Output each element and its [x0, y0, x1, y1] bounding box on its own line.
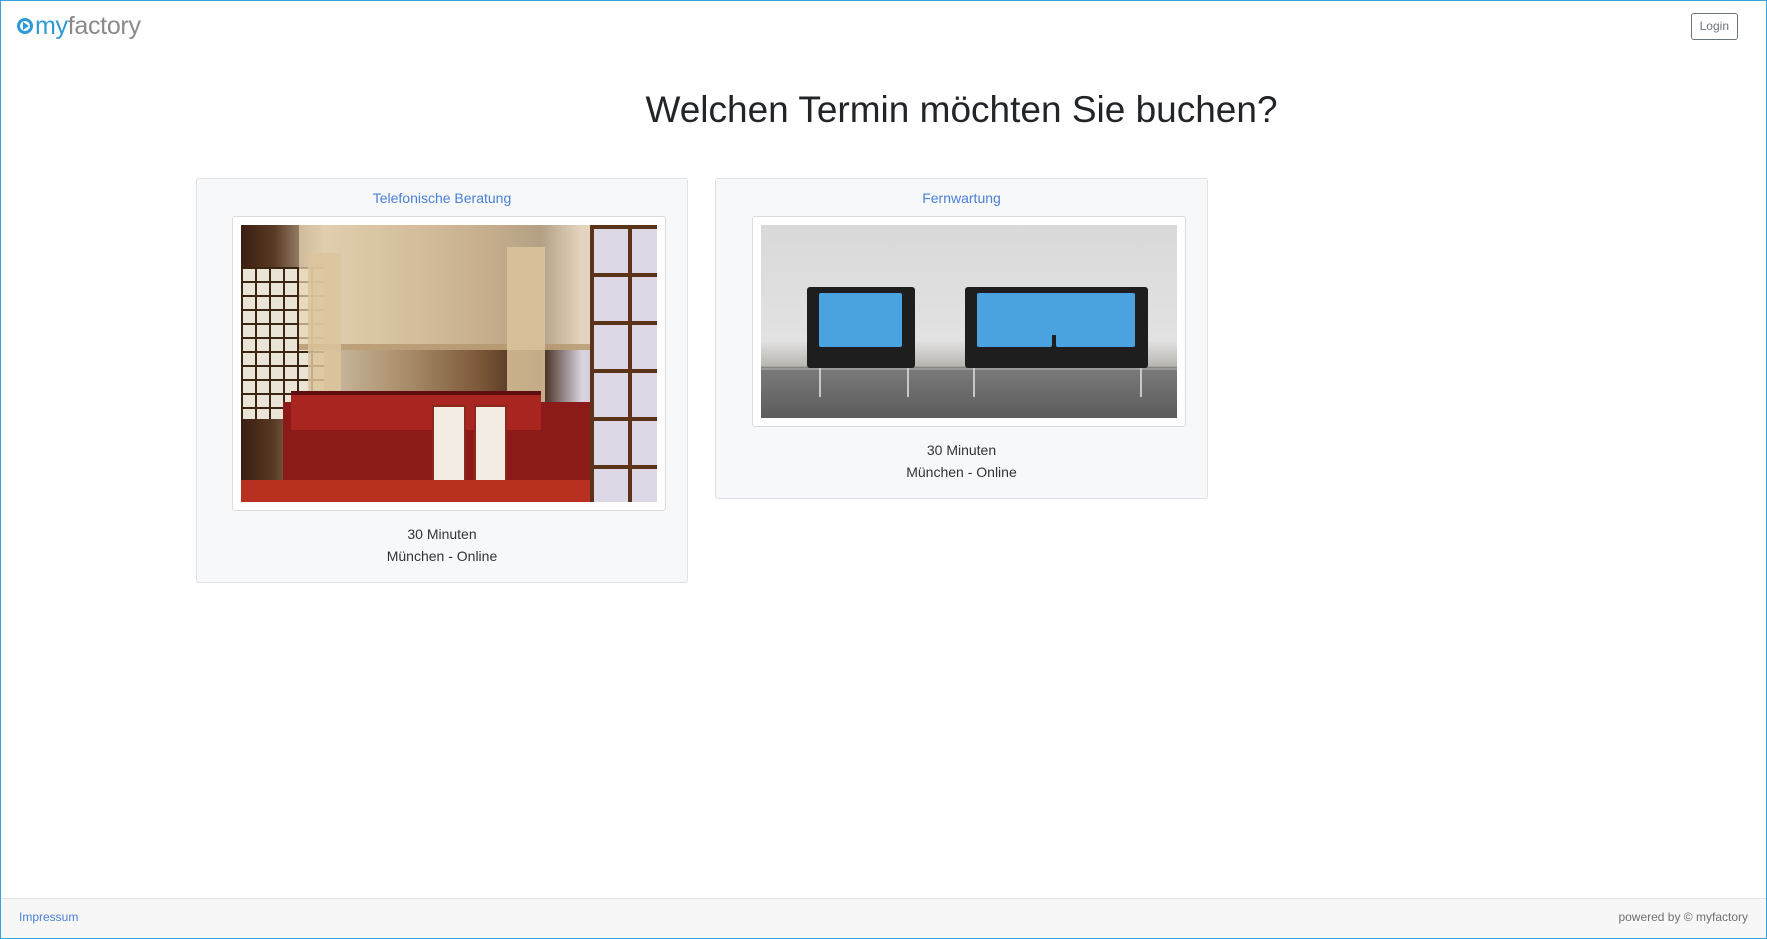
- card-meta: 30 Minuten München - Online: [716, 439, 1207, 483]
- card-location: München - Online: [906, 464, 1017, 480]
- card-meta: 30 Minuten München - Online: [197, 523, 687, 567]
- appointment-card-fernwartung[interactable]: Fernwartung 30 Minuten München - Online: [715, 178, 1208, 499]
- appointment-card-telefonische-beratung[interactable]: Telefonische Beratung 30 Minuten München…: [196, 178, 688, 583]
- login-button[interactable]: Login: [1690, 13, 1738, 40]
- impressum-link[interactable]: Impressum: [19, 910, 78, 924]
- page-title: Welchen Termin möchten Sie buchen?: [645, 89, 1278, 130]
- powered-by-text: powered by © myfactory: [1618, 910, 1748, 924]
- chairs-photo: [761, 225, 1177, 418]
- card-duration: 30 Minuten: [926, 442, 997, 458]
- card-title[interactable]: Fernwartung: [716, 179, 1207, 215]
- logo-text: myfactory: [35, 12, 141, 40]
- myfactory-logo: myfactory: [17, 12, 141, 40]
- card-location: München - Online: [386, 548, 498, 564]
- card-image-frame: [232, 216, 666, 511]
- app-window: myfactory Login Welchen Termin möchten S…: [0, 0, 1767, 939]
- play-circle-icon: [17, 18, 33, 34]
- header: myfactory Login: [1, 1, 1766, 57]
- card-image-frame: [752, 216, 1186, 427]
- card-duration: 30 Minuten: [407, 526, 477, 542]
- card-title[interactable]: Telefonische Beratung: [197, 179, 687, 215]
- footer: Impressum powered by © myfactory: [1, 898, 1766, 938]
- room-photo: [241, 225, 657, 502]
